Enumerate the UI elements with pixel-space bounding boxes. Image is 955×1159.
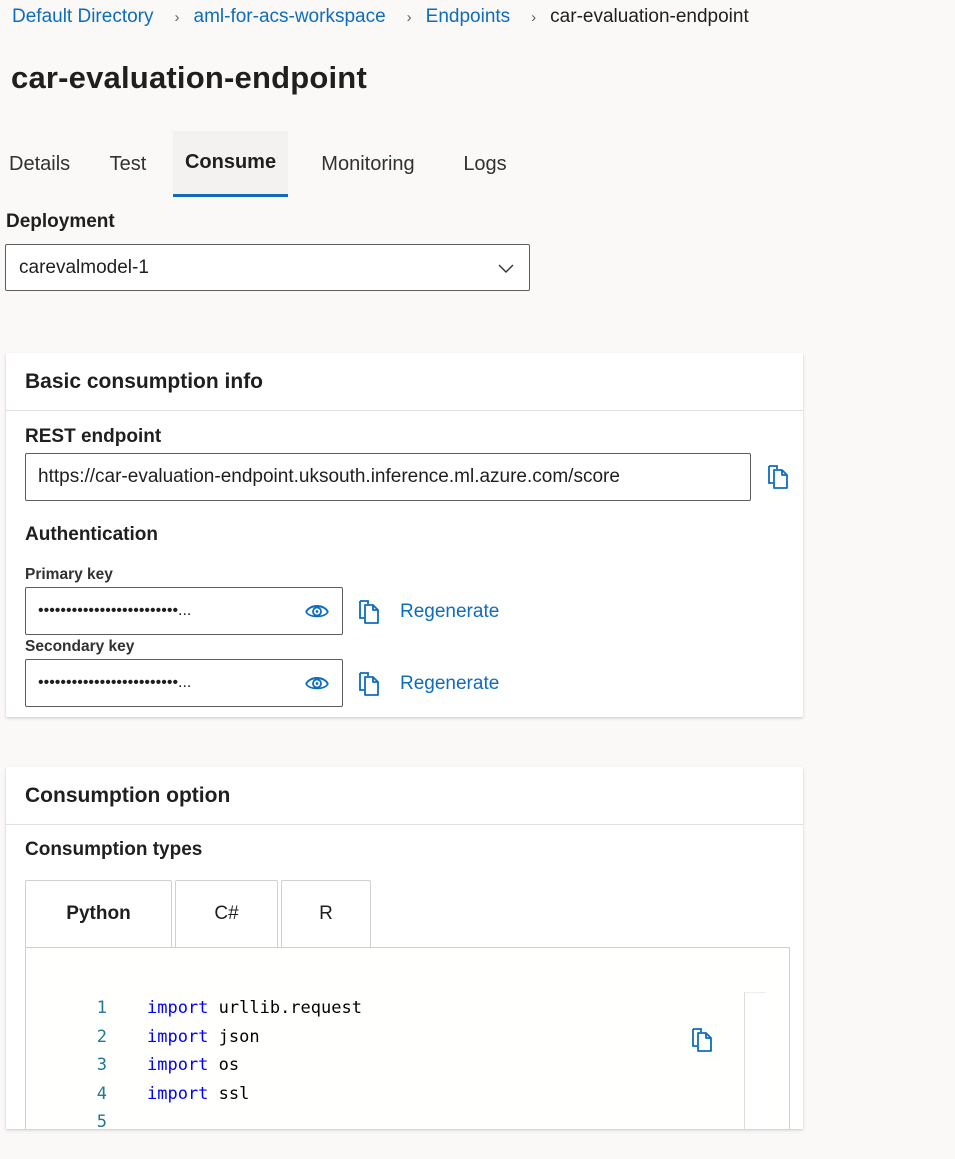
line-number: 4 <box>96 1083 107 1104</box>
breadcrumb: Default Directory › aml-for-acs-workspac… <box>12 4 749 30</box>
tab-consume[interactable]: Consume <box>173 131 288 197</box>
line-number: 2 <box>96 1026 107 1047</box>
tab-details[interactable]: Details <box>0 131 83 197</box>
tab-r[interactable]: R <box>281 880 371 947</box>
rest-endpoint-field[interactable]: https://car-evaluation-endpoint.uksouth.… <box>25 453 751 501</box>
basic-consumption-info-card: Basic consumption info REST endpoint htt… <box>6 353 803 717</box>
deployment-selected-value: carevalmodel-1 <box>19 256 149 278</box>
eye-icon[interactable] <box>304 601 330 621</box>
endpoint-tabs: Details Test Consume Monitoring Logs <box>0 131 522 197</box>
authentication-label: Authentication <box>25 524 158 545</box>
regenerate-primary-key-link[interactable]: Regenerate <box>400 601 499 623</box>
breadcrumb-workspace[interactable]: aml-for-acs-workspace <box>194 6 386 28</box>
tab-test[interactable]: Test <box>83 131 173 197</box>
code-line: 1 import urllib.request <box>26 994 362 1023</box>
code-text: json <box>208 1026 260 1047</box>
chevron-right-icon: › <box>531 8 537 26</box>
rest-endpoint-value: https://car-evaluation-endpoint.uksouth.… <box>38 466 620 487</box>
breadcrumb-current: car-evaluation-endpoint <box>550 6 749 27</box>
tab-logs[interactable]: Logs <box>448 131 522 197</box>
secondary-key-value: •••••••••••••••••••••••••... <box>38 674 192 691</box>
copy-code-icon[interactable] <box>690 1027 714 1053</box>
secondary-key-field[interactable]: •••••••••••••••••••••••••... <box>25 659 343 707</box>
regenerate-secondary-key-link[interactable]: Regenerate <box>400 673 499 695</box>
eye-icon[interactable] <box>304 673 330 693</box>
code-text: urllib.request <box>208 998 362 1019</box>
secondary-key-label: Secondary key <box>25 638 135 655</box>
line-number: 3 <box>96 1055 107 1076</box>
line-number: 5 <box>96 1112 107 1129</box>
copy-icon[interactable] <box>357 599 381 625</box>
breadcrumb-endpoints[interactable]: Endpoints <box>426 6 511 28</box>
copy-icon[interactable] <box>357 671 381 697</box>
tab-csharp[interactable]: C# <box>175 880 278 947</box>
code-keyword: import <box>147 1055 209 1076</box>
deployment-label: Deployment <box>6 211 115 232</box>
code-line: 5 <box>26 1108 362 1129</box>
page-title: car-evaluation-endpoint <box>11 60 367 95</box>
chevron-right-icon: › <box>174 8 180 26</box>
breadcrumb-default-directory[interactable]: Default Directory <box>12 6 154 28</box>
rest-endpoint-label: REST endpoint <box>25 426 162 447</box>
primary-key-field[interactable]: •••••••••••••••••••••••••... <box>25 587 343 635</box>
code-scrollbar[interactable] <box>744 992 766 1129</box>
code-keyword: import <box>147 1083 209 1104</box>
tab-python[interactable]: Python <box>25 880 172 947</box>
line-number: 1 <box>96 998 107 1019</box>
chevron-down-icon <box>498 264 514 273</box>
consumption-types-label: Consumption types <box>25 839 203 860</box>
basic-consumption-info-title: Basic consumption info <box>6 353 803 411</box>
consumption-option-card: Consumption option Consumption types Pyt… <box>6 767 803 1129</box>
tab-monitoring[interactable]: Monitoring <box>288 131 448 197</box>
deployment-dropdown[interactable]: carevalmodel-1 <box>5 244 530 291</box>
code-lines: 1 import urllib.request 2 import json 3 … <box>26 994 362 1129</box>
chevron-right-icon: › <box>406 8 412 26</box>
code-line: 4 import ssl <box>26 1080 362 1109</box>
code-keyword: import <box>147 998 209 1019</box>
code-text: ssl <box>208 1083 250 1104</box>
primary-key-value: •••••••••••••••••••••••••... <box>38 602 192 619</box>
primary-key-label: Primary key <box>25 566 113 583</box>
code-keyword: import <box>147 1026 209 1047</box>
consumption-option-title: Consumption option <box>6 767 803 825</box>
code-line: 2 import json <box>26 1023 362 1052</box>
language-tabs: Python C# R <box>25 880 374 947</box>
code-line: 3 import os <box>26 1051 362 1080</box>
code-editor[interactable]: 1 import urllib.request 2 import json 3 … <box>25 947 790 1129</box>
code-text: os <box>208 1055 240 1076</box>
copy-icon[interactable] <box>766 464 790 490</box>
